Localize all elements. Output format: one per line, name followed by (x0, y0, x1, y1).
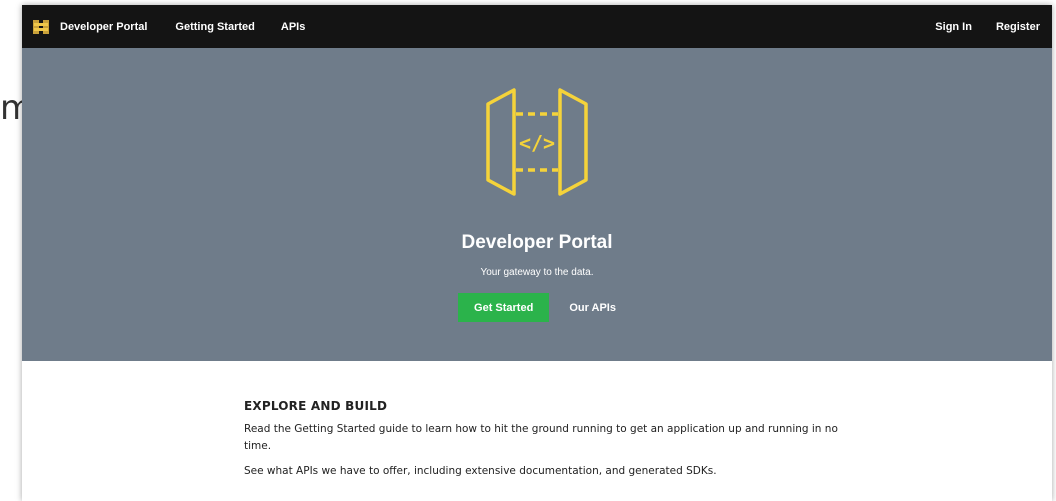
our-apis-link[interactable]: Our APIs (569, 302, 616, 314)
get-started-button[interactable]: Get Started (458, 293, 550, 322)
nav-account: Sign In Register (911, 21, 1040, 33)
nav-apis[interactable]: APIs (281, 21, 305, 33)
browser-window: Developer Portal Getting Started APIs Si… (22, 5, 1052, 501)
hero-banner: </> Developer Portal Your gateway to the… (22, 48, 1052, 361)
section-heading: EXPLORE AND BUILD (244, 399, 388, 413)
explore-section: EXPLORE AND BUILD Read the Getting Start… (22, 361, 1052, 480)
section-paragraph: Read the Getting Started guide to learn … (244, 423, 838, 452)
svg-text:</>: </> (519, 131, 555, 155)
hero-subtitle: Your gateway to the data. (480, 267, 594, 278)
nav-getting-started[interactable]: Getting Started (175, 21, 254, 33)
top-navbar: Developer Portal Getting Started APIs Si… (22, 5, 1052, 48)
hero-actions: Get Started Our APIs (458, 293, 616, 322)
sign-in-link[interactable]: Sign In (935, 21, 972, 33)
section-paragraph: See what APIs we have to offer, includin… (244, 465, 717, 477)
hero-title: Developer Portal (461, 232, 613, 253)
register-link[interactable]: Register (996, 21, 1040, 33)
brand-name: Developer Portal (60, 20, 148, 33)
portal-logo-icon (33, 19, 49, 34)
api-gateway-icon: </> (486, 88, 588, 196)
brand[interactable]: Developer Portal (32, 18, 147, 36)
